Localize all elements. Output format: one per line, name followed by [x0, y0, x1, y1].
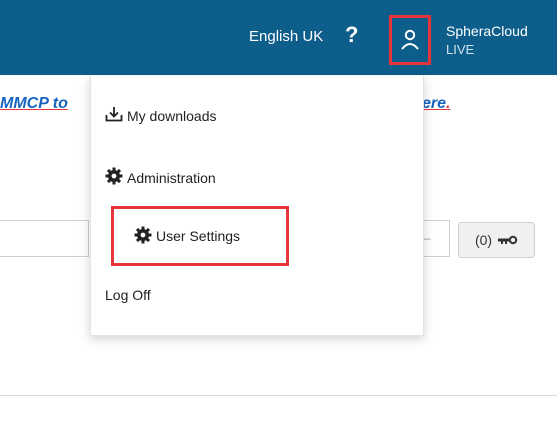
language-selector[interactable]: English UK — [249, 28, 323, 45]
gear-icon — [105, 167, 123, 188]
menu-item-label: Log Off — [105, 287, 151, 303]
menu-item-label: Administration — [127, 169, 216, 186]
menu-item-my-downloads[interactable]: My downloads — [105, 106, 217, 125]
banner-link-left[interactable]: MMCP to — [0, 95, 91, 113]
user-icon — [400, 29, 420, 51]
cart-count: (0) — [474, 232, 493, 248]
menu-item-user-settings[interactable]: User Settings — [111, 206, 289, 266]
top-header-bar: English UK ? SpheraCloud LIVE — [0, 0, 557, 75]
filter-select[interactable]: – — [422, 220, 450, 257]
menu-item-administration[interactable]: Administration — [105, 167, 216, 188]
download-icon — [105, 106, 123, 125]
menu-item-log-off[interactable]: Log Off — [105, 287, 151, 303]
gear-icon — [134, 226, 152, 247]
cart-button[interactable]: (0) — [458, 222, 535, 258]
divider — [0, 395, 557, 396]
user-dropdown-menu: My downloads Administration User Setting… — [90, 76, 424, 336]
help-button[interactable]: ? — [345, 22, 358, 48]
banner-period: . — [446, 95, 451, 112]
search-input[interactable] — [0, 220, 89, 257]
banner-link-right[interactable]: ere. — [422, 95, 450, 113]
key-icon — [498, 232, 518, 248]
menu-item-label: My downloads — [127, 107, 217, 124]
chevron-down-icon: – — [424, 231, 431, 245]
menu-item-label: User Settings — [156, 228, 241, 244]
user-menu-button[interactable] — [389, 15, 431, 65]
app-name: SpheraCloud — [446, 23, 528, 39]
banner-link-right-text: ere — [422, 95, 447, 112]
environment-label: LIVE — [446, 42, 475, 57]
